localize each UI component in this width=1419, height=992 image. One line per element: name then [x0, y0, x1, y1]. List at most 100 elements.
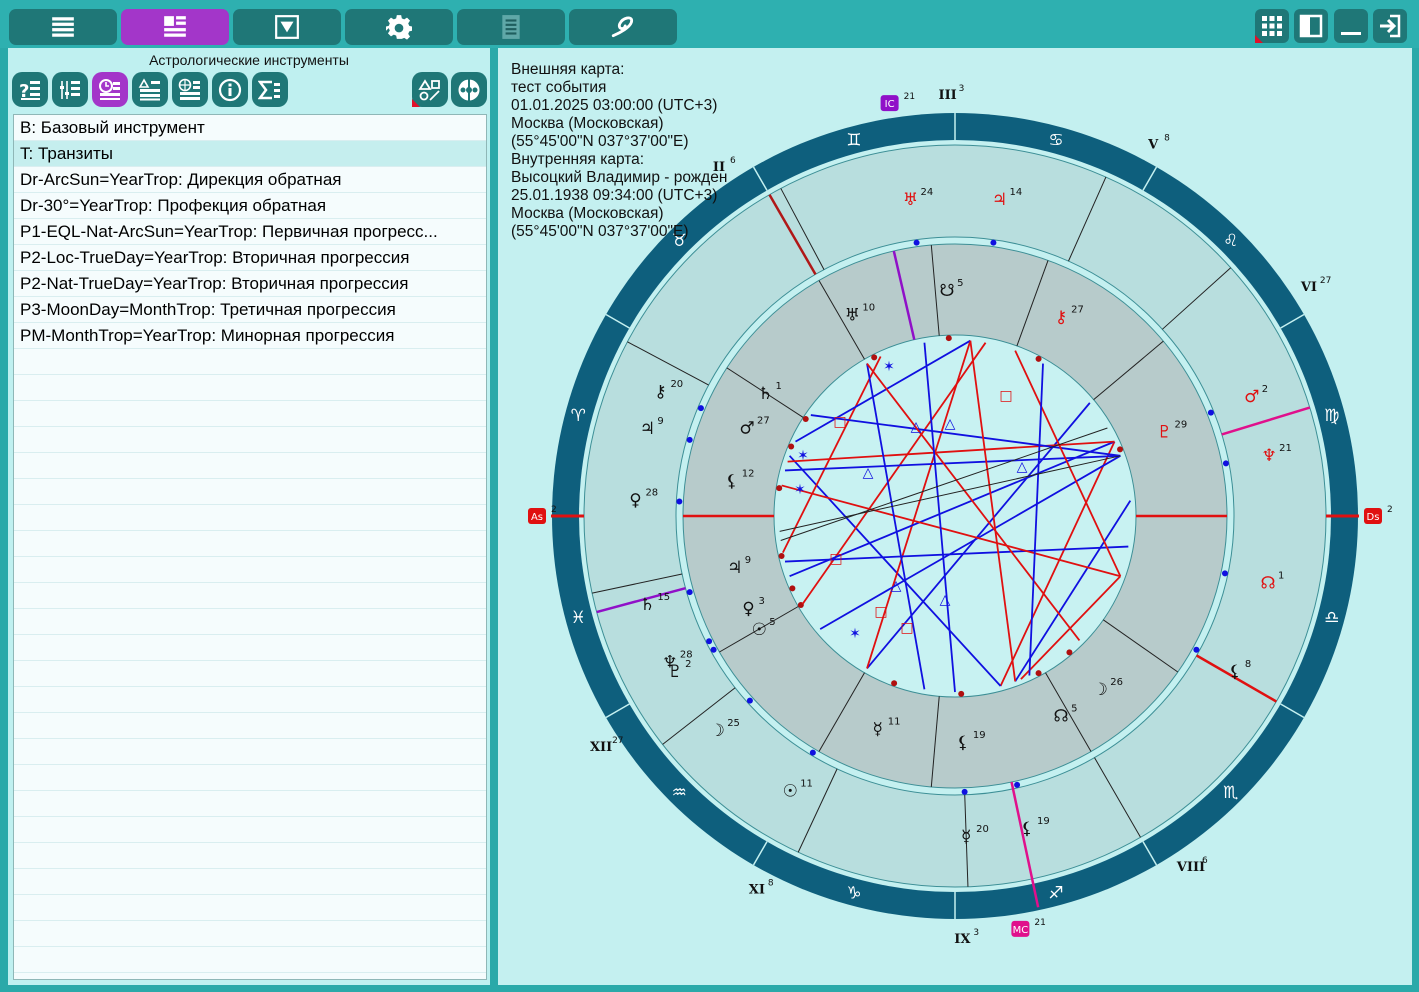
outer-planet: ☊ — [1260, 574, 1275, 594]
aspect-symbol: △ — [891, 578, 902, 594]
clock-list-icon — [99, 78, 120, 100]
panel-toggle-button[interactable] — [1294, 9, 1328, 43]
axis-label: MC — [1013, 925, 1029, 936]
planet-degree: 19 — [973, 730, 986, 741]
clock-list-button[interactable] — [92, 72, 128, 107]
chart-info-line: 01.01.2025 03:00:00 (UTC+3) — [511, 97, 718, 114]
exit-button[interactable] — [1373, 9, 1407, 43]
planet-marker — [1066, 649, 1073, 656]
house-degree: 6 — [1202, 856, 1208, 866]
outer-planet: ⚷ — [654, 382, 666, 402]
dropdown-box-icon — [275, 15, 299, 39]
minimize-button[interactable] — [1334, 9, 1368, 43]
charts-list-button[interactable] — [121, 9, 229, 45]
planet-degree: 2 — [685, 659, 691, 670]
capricorn-glyph: ♑ — [846, 884, 861, 904]
alert-flag — [1255, 35, 1263, 43]
info-button[interactable] — [212, 72, 248, 107]
aspect-symbol: ✶ — [883, 359, 895, 375]
empty-list-row — [14, 609, 486, 635]
house-number: V — [1147, 137, 1159, 152]
panel-title: Астрологические инструменты — [149, 52, 349, 68]
list-item[interactable]: P1-EQL-Nat-ArcSun=YearTrop: Первичная пр… — [14, 219, 486, 245]
planet-degree: 2 — [1262, 384, 1268, 395]
inner-planet: ☊ — [1054, 707, 1069, 727]
planet-degree: 8 — [1245, 659, 1251, 670]
axis-label: As — [531, 512, 543, 523]
chart-info-line: Москва (Московская) — [511, 205, 664, 222]
empty-list-row — [14, 791, 486, 817]
planet-degree: 11 — [888, 716, 901, 727]
sigma-icon — [258, 80, 280, 99]
empty-list-row — [14, 479, 486, 505]
empty-list-row — [14, 401, 486, 427]
house-degree: 3 — [973, 928, 979, 938]
galaxy-button[interactable] — [569, 9, 677, 45]
help-list-button[interactable]: ? — [12, 72, 48, 107]
filter-list-button[interactable] — [52, 72, 88, 107]
aspect-shapes-button[interactable] — [412, 72, 448, 107]
list-item[interactable]: T: Транзиты — [14, 141, 486, 167]
menu-button[interactable] — [9, 9, 117, 45]
planet-degree: 14 — [1010, 187, 1023, 198]
planet-marker — [1207, 409, 1214, 416]
minimize-icon — [1341, 32, 1361, 35]
grid-view-button[interactable] — [1255, 9, 1289, 43]
exit-icon — [1380, 14, 1401, 38]
house-degree: 27 — [612, 736, 623, 746]
planet-degree: 25 — [727, 718, 740, 729]
empty-list-row — [14, 661, 486, 687]
aspects-list-button[interactable] — [132, 72, 168, 107]
chart-info-line: Внутренняя карта: — [511, 151, 645, 168]
list-item[interactable]: B: Базовый инструмент — [14, 115, 486, 141]
planet-degree: 24 — [920, 187, 933, 198]
aries-glyph: ♈ — [571, 406, 586, 426]
planet-marker — [1035, 355, 1042, 362]
sum-button[interactable] — [252, 72, 288, 107]
shapes-icon — [418, 78, 440, 101]
list-item[interactable]: P3-MoonDay=MonthTrop: Третичная прогресс… — [14, 297, 486, 323]
planet-marker — [891, 680, 898, 687]
inner-planet: ⚸ — [726, 472, 738, 492]
planet-marker — [961, 788, 968, 795]
planet-degree: 5 — [769, 617, 775, 628]
inner-planet: ♀ — [742, 599, 754, 619]
planet-degree: 20 — [670, 379, 683, 390]
sagittarius-glyph: ♐ — [1048, 884, 1063, 904]
galaxy-icon — [611, 16, 634, 38]
list-item[interactable]: P2-Nat-TrueDay=YearTrop: Вторичная прогр… — [14, 271, 486, 297]
empty-list-row — [14, 557, 486, 583]
chart-info: Внешняя карта: тест события 01.01.2025 03:… — [511, 61, 727, 241]
wheel-button[interactable] — [451, 72, 487, 107]
list-item[interactable]: Dr-30°=YearTrop: Профекция обратная — [14, 193, 486, 219]
alert-flag — [412, 99, 420, 107]
inner-planet: ☽ — [1093, 680, 1108, 700]
pisces-glyph: ♓ — [571, 608, 586, 628]
chart-info-line: 25.01.1938 09:34:00 (UTC+3) — [511, 187, 718, 204]
empty-list-row — [14, 713, 486, 739]
aspect-symbol: △ — [940, 592, 951, 608]
instrument-list[interactable]: B: Базовый инструмент T: Транзиты Dr-ArcSu… — [13, 114, 487, 980]
list-item[interactable]: PM-MonthTrop=YearTrop: Минорная прогресс… — [14, 323, 486, 349]
planet-marker — [1035, 670, 1042, 677]
empty-list-row — [14, 895, 486, 921]
globe-list-button[interactable] — [172, 72, 208, 107]
house-number: VI — [1300, 280, 1317, 295]
axis-degree: 2 — [551, 505, 557, 515]
axis-label: IC — [885, 99, 895, 110]
house-number: XI — [749, 883, 765, 898]
report-button[interactable] — [457, 9, 565, 45]
list-item[interactable]: P2-Loc-TrueDay=YearTrop: Вторичная прогр… — [14, 245, 486, 271]
panel-splitter[interactable] — [490, 48, 498, 985]
inner-planet: ♇ — [1157, 422, 1172, 442]
planet-marker — [686, 436, 693, 443]
empty-list-row — [14, 375, 486, 401]
planet-marker — [990, 239, 997, 246]
dropdown-button[interactable] — [233, 9, 341, 45]
outer-planet: ⚸ — [1229, 662, 1241, 682]
axis-degree: 21 — [1034, 918, 1045, 928]
settings-button[interactable] — [345, 9, 453, 45]
chart-info-line: Внешняя карта: — [511, 61, 625, 78]
list-item[interactable]: Dr-ArcSun=YearTrop: Дирекция обратная — [14, 167, 486, 193]
planet-degree: 26 — [1110, 677, 1123, 688]
